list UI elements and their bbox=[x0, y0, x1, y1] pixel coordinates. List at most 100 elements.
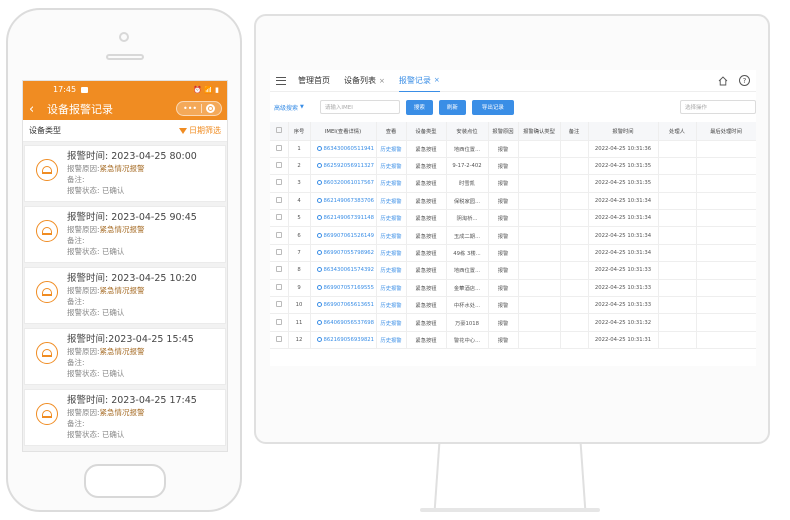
tab-alarm-records[interactable]: 报警记录 × bbox=[398, 70, 440, 92]
checkbox[interactable] bbox=[275, 231, 282, 238]
checkbox[interactable] bbox=[275, 162, 282, 169]
history-alarm-link[interactable]: 历史报警 bbox=[376, 226, 407, 245]
table-row[interactable]: 8 863430061574392 历史报警 紧急按钮 地西位置... 报警 2022-04… bbox=[270, 261, 756, 280]
table-cell-remark bbox=[560, 174, 589, 193]
checkbox[interactable] bbox=[275, 283, 282, 290]
table-row[interactable]: 1 863430060511941 历史报警 紧急按钮 地西位置... 报警 2022-04… bbox=[270, 140, 756, 158]
table-cell-time: 2022-04-25 10:31:34 bbox=[588, 209, 659, 228]
home-icon[interactable] bbox=[718, 76, 728, 86]
help-icon[interactable]: ? bbox=[739, 75, 750, 86]
imei-link[interactable]: 862149067383706 bbox=[310, 192, 377, 211]
row-checkbox[interactable] bbox=[270, 331, 289, 350]
table-cell-type: 紧急按钮 bbox=[406, 192, 447, 211]
checkbox[interactable] bbox=[275, 214, 282, 221]
row-checkbox[interactable] bbox=[270, 296, 289, 315]
history-alarm-link[interactable]: 历史报警 bbox=[376, 296, 407, 315]
row-checkbox[interactable] bbox=[270, 261, 289, 280]
checkbox[interactable] bbox=[275, 301, 282, 308]
imei-link[interactable]: 869907055798962 bbox=[310, 244, 377, 263]
miniapp-capsule[interactable]: ••• bbox=[176, 101, 222, 116]
list-item[interactable]: 报警时间: 2023-04-25 17:45 报警原因:紧急情况报警 备注: 报警状态… bbox=[24, 389, 226, 446]
history-alarm-link[interactable]: 历史报警 bbox=[376, 261, 407, 280]
refresh-button[interactable]: 刷新 bbox=[438, 99, 466, 115]
alarm-reason-value: 紧急情况报警 bbox=[99, 225, 145, 234]
history-alarm-link[interactable]: 历史报警 bbox=[376, 140, 407, 158]
advanced-search-toggle[interactable]: 高级搜索 ▼ bbox=[274, 103, 304, 112]
column-header: 序号 bbox=[288, 122, 311, 141]
checkbox[interactable] bbox=[275, 335, 282, 342]
column-header: 处理人 bbox=[658, 122, 697, 141]
table-row[interactable]: 3 860320061017567 历史报警 紧急按钮 时雪凯 报警 2022-04-25 … bbox=[270, 174, 756, 193]
table-row[interactable]: 2 862592056911327 历史报警 紧急按钮 9-17-2-402 报警 2022… bbox=[270, 157, 756, 176]
table-row[interactable]: 9 869907057169555 历史报警 紧急按钮 金華酒店... 报警 2022-04… bbox=[270, 279, 756, 298]
imei-link[interactable]: 869907065613651 bbox=[310, 296, 377, 315]
close-miniapp-icon[interactable] bbox=[206, 104, 215, 113]
row-checkbox[interactable] bbox=[270, 157, 289, 176]
checkbox[interactable] bbox=[275, 318, 282, 325]
export-button[interactable]: 导出记录 bbox=[471, 99, 514, 115]
imei-link[interactable]: 864069056537698 bbox=[310, 313, 377, 332]
back-arrow-icon[interactable]: ‹ bbox=[29, 103, 43, 116]
history-alarm-link[interactable]: 历史报警 bbox=[376, 244, 407, 263]
checkbox[interactable] bbox=[275, 179, 282, 186]
close-icon[interactable]: × bbox=[379, 77, 385, 85]
row-checkbox[interactable] bbox=[270, 209, 289, 228]
device-type-filter[interactable]: 设备类型 bbox=[29, 125, 61, 136]
search-button[interactable]: 搜索 bbox=[405, 99, 433, 115]
row-checkbox[interactable] bbox=[270, 244, 289, 263]
table-row[interactable]: 4 862149067383706 历史报警 紧急按钮 保税家园... 报警 2022-04… bbox=[270, 192, 756, 211]
history-alarm-link[interactable]: 历史报警 bbox=[376, 157, 407, 176]
table-cell-remark bbox=[560, 279, 589, 298]
row-checkbox[interactable] bbox=[270, 313, 289, 332]
imei-link[interactable]: 869907061526149 bbox=[310, 226, 377, 245]
table-row[interactable]: 12 862169056939821 历史报警 紧急按钮 警花中心... 报警 2022-0… bbox=[270, 331, 756, 350]
table-row[interactable]: 5 862149067391148 历史报警 紧急按钮 阴淘桥... 报警 2022-04-… bbox=[270, 209, 756, 228]
close-icon[interactable]: × bbox=[434, 76, 440, 84]
list-item[interactable]: 报警时间: 2023-04-25 90:45 报警原因:紧急情况报警 备注: 报警状态… bbox=[24, 206, 226, 263]
imei-link[interactable]: 860320061017567 bbox=[310, 174, 377, 193]
row-checkbox[interactable] bbox=[270, 140, 289, 158]
imei-link[interactable]: 862169056939821 bbox=[310, 331, 377, 350]
history-alarm-link[interactable]: 历史报警 bbox=[376, 279, 407, 298]
checkbox[interactable] bbox=[275, 126, 282, 133]
alarm-remark: 备注: bbox=[67, 419, 85, 428]
imei-link[interactable]: 863430061574392 bbox=[310, 261, 377, 280]
select-all-checkbox[interactable] bbox=[270, 122, 289, 141]
date-filter-button[interactable]: 日期筛选 bbox=[179, 125, 221, 136]
menu-toggle-icon[interactable] bbox=[276, 76, 286, 85]
history-alarm-link[interactable]: 历史报警 bbox=[376, 192, 407, 211]
checkbox[interactable] bbox=[275, 196, 282, 203]
imei-search-input[interactable]: 请输入IMEI bbox=[319, 100, 400, 114]
history-alarm-link[interactable]: 历史报警 bbox=[376, 313, 407, 332]
imei-link[interactable]: 862149067391148 bbox=[310, 209, 377, 228]
table-cell-loc: 金華酒店... bbox=[446, 279, 489, 298]
list-item[interactable]: 报警时间:2023-04-25 15:45 报警原因:紧急情况报警 备注: 报警状态:… bbox=[24, 328, 226, 385]
alarm-reason-label: 报警原因: bbox=[67, 408, 100, 417]
history-alarm-link[interactable]: 历史报警 bbox=[376, 209, 407, 228]
table-cell-remark bbox=[560, 140, 589, 158]
history-alarm-link[interactable]: 历史报警 bbox=[376, 331, 407, 350]
checkbox[interactable] bbox=[275, 249, 282, 256]
list-item[interactable]: 报警时间: 2023-04-25 80:00 报警原因:紧急情况报警 备注: 报警状态… bbox=[24, 145, 226, 202]
list-item[interactable]: 报警时间: 2023-04-25 10:20 报警原因:紧急情况报警 备注: 报警状态… bbox=[24, 267, 226, 324]
more-dots-icon[interactable]: ••• bbox=[183, 104, 197, 113]
row-checkbox[interactable] bbox=[270, 226, 289, 245]
table-row[interactable]: 10 869907065613651 历史报警 紧急按钮 中杯水处... 报警 2022-0… bbox=[270, 296, 756, 315]
home-button[interactable] bbox=[84, 464, 166, 498]
imei-link[interactable]: 862592056911327 bbox=[310, 157, 377, 176]
row-checkbox[interactable] bbox=[270, 192, 289, 211]
tab-home[interactable]: 管理首页 bbox=[298, 70, 330, 92]
imei-link[interactable]: 869907057169555 bbox=[310, 279, 377, 298]
table-row[interactable]: 7 869907055798962 历史报警 紧急按钮 49栋 3楼... 报警 2022-… bbox=[270, 244, 756, 263]
desktop-screen: 管理首页 设备列表 × 报警记录 × ? 高级搜索 ▼ 请输入IMEI 搜索 刷… bbox=[270, 70, 756, 366]
operation-select[interactable]: 选择操作 bbox=[680, 100, 756, 114]
tab-device-list[interactable]: 设备列表 × bbox=[344, 70, 385, 92]
row-checkbox[interactable] bbox=[270, 279, 289, 298]
row-checkbox[interactable] bbox=[270, 174, 289, 193]
imei-link[interactable]: 863430060511941 bbox=[310, 140, 377, 158]
checkbox[interactable] bbox=[275, 266, 282, 273]
checkbox[interactable] bbox=[275, 144, 282, 151]
table-row[interactable]: 11 864069056537698 历史报警 紧急按钮 万豪1018 报警 2022-04… bbox=[270, 313, 756, 332]
history-alarm-link[interactable]: 历史报警 bbox=[376, 174, 407, 193]
table-row[interactable]: 6 869907061526149 历史报警 紧急按钮 玉成二期... 报警 2022-04… bbox=[270, 226, 756, 245]
